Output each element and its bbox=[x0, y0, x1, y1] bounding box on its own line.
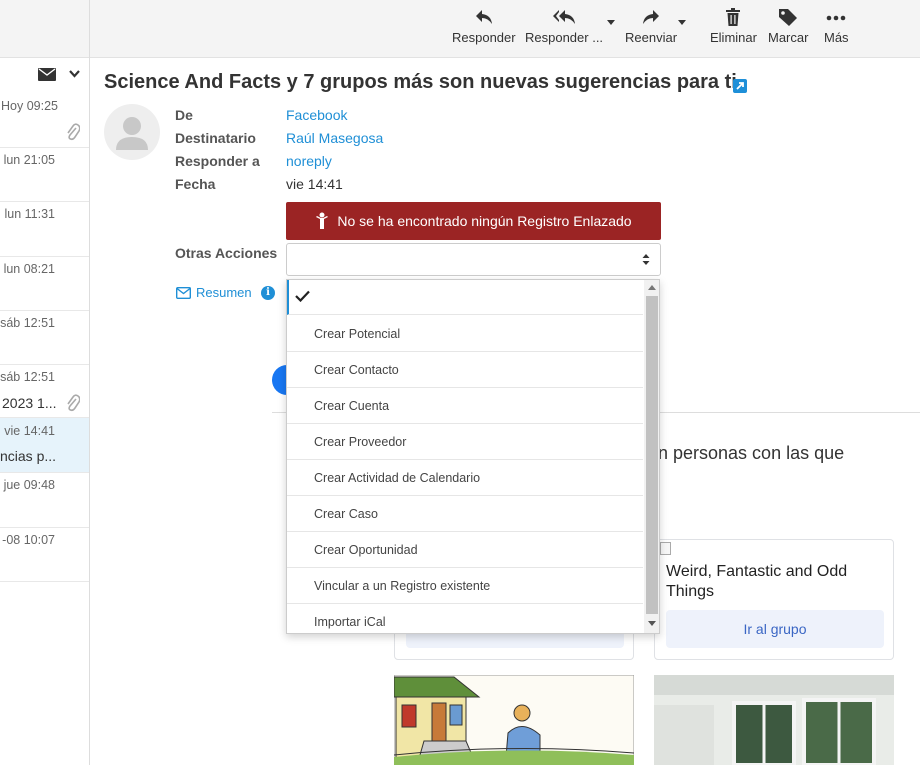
mark-button[interactable]: Marcar bbox=[768, 8, 808, 45]
message-list-header bbox=[0, 0, 89, 58]
reply-button[interactable]: Responder bbox=[452, 8, 516, 45]
more-dots-icon bbox=[826, 15, 846, 21]
chevron-down-icon[interactable] bbox=[69, 70, 80, 78]
interior-photo bbox=[654, 675, 894, 765]
more-button[interactable]: Más bbox=[824, 8, 849, 45]
external-link-icon[interactable] bbox=[733, 79, 747, 93]
checkmark-icon bbox=[295, 290, 310, 302]
list-item[interactable]: lun 08:21 bbox=[0, 257, 89, 311]
user-placeholder-icon bbox=[116, 117, 148, 150]
to-label: Destinatario bbox=[175, 130, 256, 146]
summary-link[interactable]: Resumen bbox=[176, 285, 252, 300]
paperclip-icon bbox=[67, 123, 80, 141]
from-value[interactable]: Facebook bbox=[286, 107, 347, 123]
reply-all-icon bbox=[553, 10, 576, 24]
avatar bbox=[104, 104, 160, 160]
dropdown-option-crear-potencial[interactable]: Crear Potencial bbox=[287, 316, 643, 352]
from-label: De bbox=[175, 107, 193, 123]
list-item[interactable]: lun 21:05 bbox=[0, 148, 89, 202]
tag-icon bbox=[779, 9, 798, 26]
dropdown-option-crear-caso[interactable]: Crear Caso bbox=[287, 496, 643, 532]
paperclip-icon bbox=[67, 394, 80, 412]
message-list-toolbar bbox=[0, 60, 89, 90]
forward-button[interactable]: Reenviar bbox=[625, 8, 677, 45]
forward-icon bbox=[643, 10, 660, 24]
list-item[interactable]: Hoy 09:25 bbox=[0, 93, 89, 148]
delete-button[interactable]: Eliminar bbox=[710, 8, 757, 45]
info-icon[interactable]: i bbox=[261, 286, 275, 300]
person-icon bbox=[316, 212, 329, 229]
other-actions-select[interactable] bbox=[286, 243, 661, 276]
list-item[interactable]: jue 09:48 bbox=[0, 473, 89, 528]
dropdown-option-vincular-registro[interactable]: Vincular a un Registro existente bbox=[287, 568, 643, 604]
no-linked-record-banner[interactable]: No se ha encontrado ningún Registro Enla… bbox=[286, 202, 661, 240]
sort-arrows-icon bbox=[642, 254, 650, 265]
trash-icon bbox=[726, 8, 741, 26]
reply-all-button[interactable]: Responder ... bbox=[525, 8, 603, 45]
list-item-active[interactable]: vie 14:41 ncias p... bbox=[0, 418, 89, 473]
reply-all-menu-caret[interactable] bbox=[607, 20, 615, 25]
cartoon-image bbox=[394, 675, 634, 765]
join-group-button[interactable]: Ir al grupo bbox=[666, 610, 884, 648]
dropdown-option-importar-ical[interactable]: Importar iCal bbox=[287, 604, 643, 633]
list-item[interactable]: lun 11:31 bbox=[0, 202, 89, 257]
dropdown-option-crear-oportunidad[interactable]: Crear Oportunidad bbox=[287, 532, 643, 568]
reply-icon bbox=[475, 10, 492, 24]
dropdown-option-crear-proveedor[interactable]: Crear Proveedor bbox=[287, 424, 643, 460]
dropdown-option-crear-actividad[interactable]: Crear Actividad de Calendario bbox=[287, 460, 643, 496]
envelope-outline-icon bbox=[176, 286, 191, 299]
scroll-down-arrow[interactable] bbox=[648, 621, 656, 626]
email-subject: Science And Facts y 7 grupos más son nue… bbox=[104, 71, 737, 93]
scroll-up-arrow[interactable] bbox=[648, 285, 656, 290]
mail-toolbar: Responder Responder ... Reenviar Elimina… bbox=[90, 0, 920, 58]
dropdown-option-crear-cuenta[interactable]: Crear Cuenta bbox=[287, 388, 643, 424]
message-list: Hoy 09:25 lun 21:05 lun 11:31 lun 08:21 … bbox=[0, 0, 90, 765]
other-actions-dropdown: Crear Potencial Crear Contacto Crear Cue… bbox=[286, 279, 660, 634]
other-actions-label: Otras Acciones bbox=[175, 245, 278, 261]
forward-menu-caret[interactable] bbox=[678, 20, 686, 25]
reply-to-value[interactable]: noreply bbox=[286, 153, 332, 169]
list-item[interactable]: sáb 12:51 bbox=[0, 311, 89, 365]
to-value[interactable]: Raúl Masegosa bbox=[286, 130, 383, 146]
dropdown-scrollbar[interactable] bbox=[644, 280, 659, 633]
group-title: Weird, Fantastic and Odd Things bbox=[666, 563, 848, 600]
date-label: Fecha bbox=[175, 176, 216, 192]
broken-image-icon bbox=[660, 542, 671, 555]
email-body-text: n personas con las que bbox=[658, 443, 845, 463]
reply-to-label: Responder a bbox=[175, 153, 260, 169]
dropdown-option-empty[interactable] bbox=[287, 280, 643, 315]
envelope-icon[interactable] bbox=[38, 68, 56, 81]
list-item[interactable]: sáb 12:51 2023 1... bbox=[0, 365, 89, 418]
group-card: Weird, Fantastic and Odd Things Ir al gr… bbox=[654, 539, 894, 660]
date-value: vie 14:41 bbox=[286, 176, 343, 192]
list-item[interactable]: -08 10:07 bbox=[0, 528, 89, 582]
dropdown-option-crear-contacto[interactable]: Crear Contacto bbox=[287, 352, 643, 388]
scrollbar-thumb[interactable] bbox=[646, 296, 658, 614]
